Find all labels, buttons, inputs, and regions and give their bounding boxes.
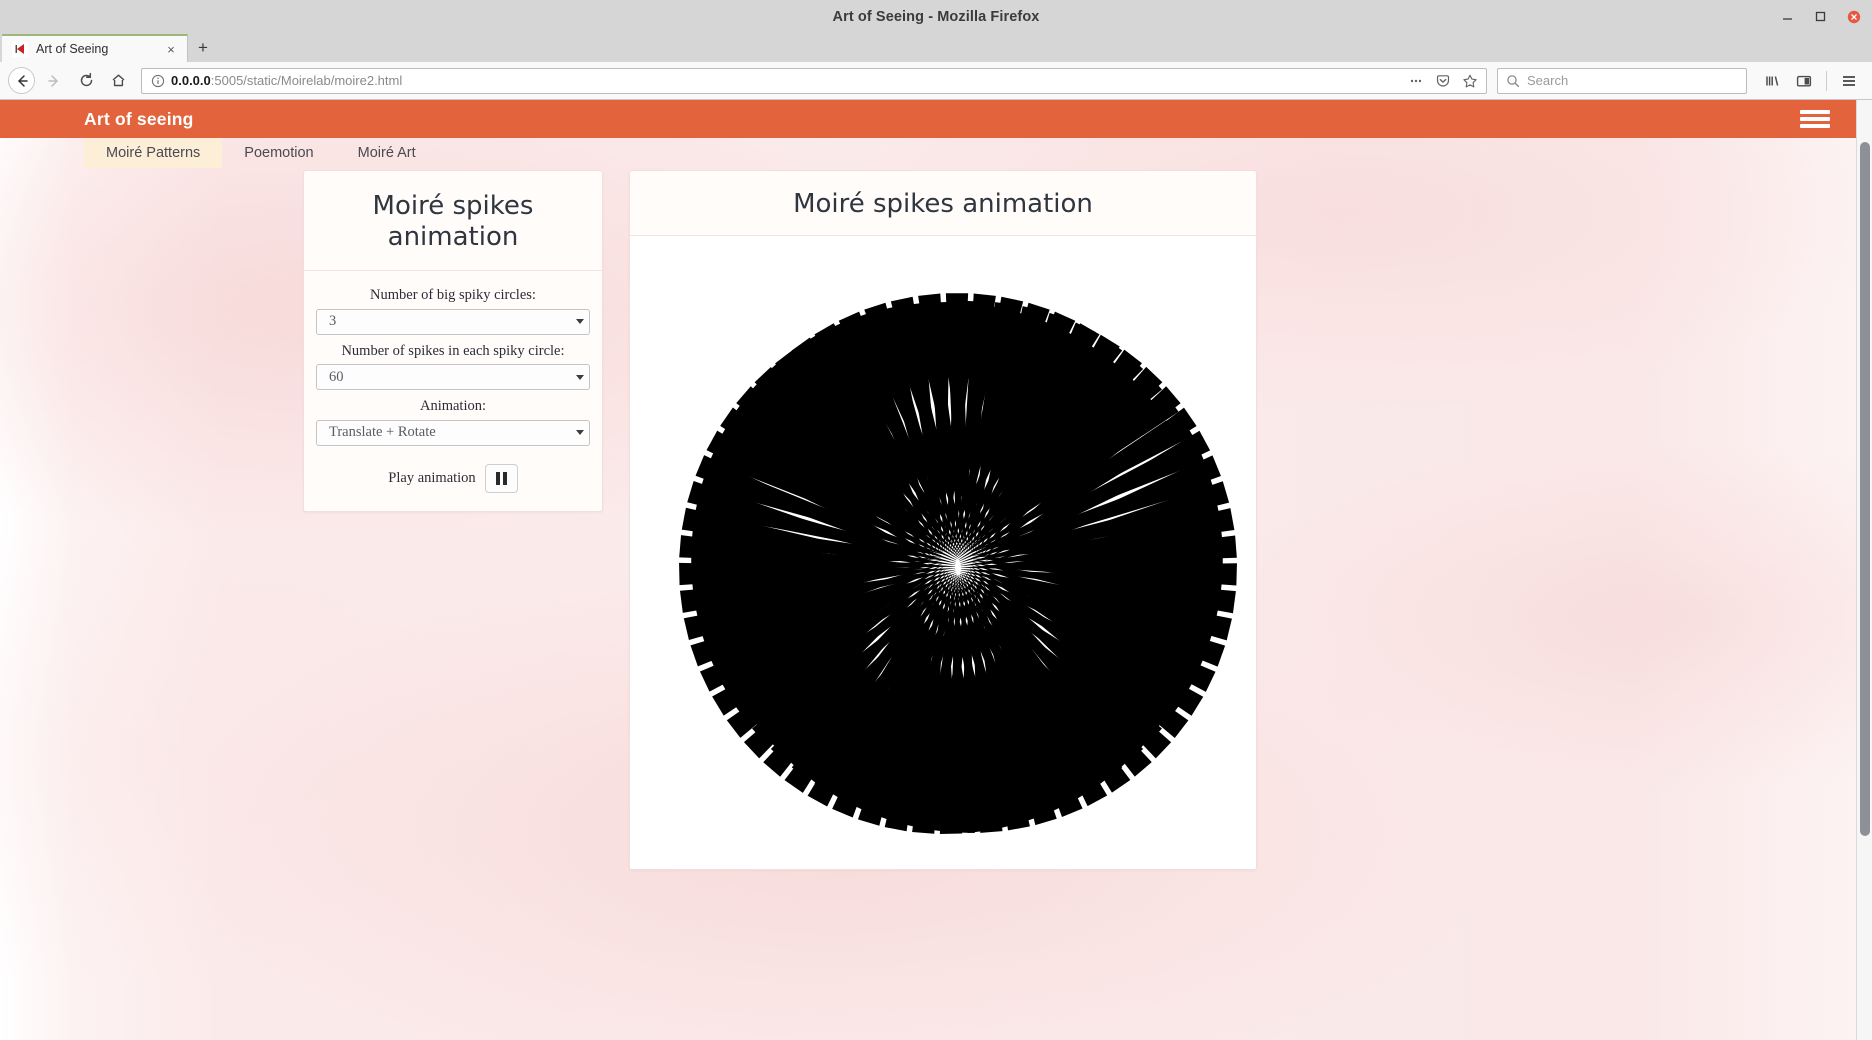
window-controls bbox=[1779, 0, 1862, 33]
controls-panel: Moiré spikes animation Number of big spi… bbox=[303, 170, 603, 512]
tab-title: Art of Seeing bbox=[36, 42, 109, 56]
library-icon[interactable] bbox=[1757, 66, 1787, 96]
controls-panel-title: Moiré spikes animation bbox=[372, 191, 534, 252]
forward-arrow-icon bbox=[39, 66, 69, 96]
tab-strip: Art of Seeing × + bbox=[0, 33, 1872, 62]
spikes-per-circle-label: Number of spikes in each spiky circle: bbox=[341, 342, 565, 359]
chevron-down-icon bbox=[573, 311, 586, 333]
page-scrollbar-thumb[interactable] bbox=[1860, 142, 1870, 836]
firefox-page-icon bbox=[12, 41, 28, 57]
url-text: 0.0.0.0:5005/static/Moirelab/moire2.html bbox=[171, 73, 1398, 88]
canvas-header: Moiré spikes animation bbox=[630, 171, 1256, 236]
chevron-down-icon bbox=[573, 366, 586, 388]
url-host: 0.0.0.0 bbox=[171, 73, 211, 88]
controls-panel-header: Moiré spikes animation bbox=[304, 171, 602, 272]
back-arrow-icon[interactable] bbox=[8, 67, 35, 94]
toolbar-right-actions bbox=[1757, 66, 1864, 96]
big-spiky-circles-value: 3 bbox=[329, 313, 337, 330]
url-path: :5005/static/Moirelab/moire2.html bbox=[210, 73, 403, 88]
site-brand: Art of seeing bbox=[84, 108, 194, 129]
pause-icon[interactable] bbox=[484, 463, 518, 493]
browser-tab[interactable]: Art of Seeing × bbox=[2, 34, 188, 62]
animation-mode-label: Animation: bbox=[419, 398, 487, 415]
home-icon[interactable] bbox=[103, 66, 133, 96]
moire-canvas[interactable] bbox=[630, 236, 1256, 869]
site-hamburger-menu-icon[interactable] bbox=[1800, 108, 1830, 130]
nav-tab-moire-patterns[interactable]: Moiré Patterns bbox=[84, 138, 223, 168]
spikes-per-circle-select[interactable]: 60 bbox=[316, 364, 590, 391]
search-input[interactable]: Search bbox=[1527, 73, 1568, 88]
browser-window: Art of Seeing - Mozilla Firefox Art of S… bbox=[0, 0, 1872, 1040]
url-bar[interactable]: 0.0.0.0:5005/static/Moirelab/moire2.html bbox=[141, 67, 1487, 94]
search-bar[interactable]: Search bbox=[1497, 67, 1747, 94]
tab-close-icon[interactable]: × bbox=[163, 41, 179, 57]
maximize-icon[interactable] bbox=[1812, 8, 1829, 25]
nav-tab-poemotion[interactable]: Poemotion bbox=[222, 138, 335, 168]
search-icon bbox=[1506, 74, 1520, 88]
ellipsis-icon[interactable] bbox=[1404, 70, 1428, 92]
web-page: Art of seeing Moiré Patterns Poemotion M… bbox=[0, 100, 1856, 1040]
canvas-title: Moiré spikes animation bbox=[793, 189, 1093, 219]
page-viewport: Art of seeing Moiré Patterns Poemotion M… bbox=[0, 100, 1872, 1040]
big-spiky-circles-label: Number of big spiky circles: bbox=[370, 287, 536, 304]
toolbar-separator bbox=[1826, 70, 1827, 91]
site-navigation: Moiré Patterns Poemotion Moiré Art bbox=[0, 138, 1856, 168]
new-tab-button[interactable]: + bbox=[188, 34, 218, 62]
chevron-down-icon bbox=[573, 422, 586, 444]
animation-mode-value: Translate + Rotate bbox=[329, 424, 436, 441]
star-icon[interactable] bbox=[1458, 70, 1482, 92]
canvas-card: Moiré spikes animation bbox=[629, 170, 1257, 870]
nav-tab-moire-art[interactable]: Moiré Art bbox=[336, 138, 438, 168]
page-scrollbar[interactable] bbox=[1856, 100, 1872, 1040]
site-header: Art of seeing bbox=[0, 100, 1856, 138]
play-animation-row: Play animation bbox=[388, 463, 518, 493]
minimize-icon[interactable] bbox=[1779, 8, 1796, 25]
controls-panel-body: Number of big spiky circles: 3 Number of… bbox=[304, 271, 602, 510]
hamburger-menu-icon[interactable] bbox=[1834, 66, 1864, 96]
content-row: Moiré spikes animation Number of big spi… bbox=[0, 168, 1856, 870]
url-actions bbox=[1404, 70, 1482, 92]
sidebar-icon[interactable] bbox=[1789, 66, 1819, 96]
window-titlebar: Art of Seeing - Mozilla Firefox bbox=[0, 0, 1872, 33]
big-spiky-circles-select[interactable]: 3 bbox=[316, 308, 590, 335]
close-icon[interactable] bbox=[1845, 8, 1862, 25]
animation-mode-select[interactable]: Translate + Rotate bbox=[316, 419, 590, 446]
moire-spikes-figure bbox=[679, 292, 1237, 834]
window-title: Art of Seeing - Mozilla Firefox bbox=[832, 8, 1040, 25]
spikes-per-circle-value: 60 bbox=[329, 368, 344, 385]
reload-icon[interactable] bbox=[71, 66, 101, 96]
page-info-icon[interactable] bbox=[150, 73, 165, 88]
navigation-toolbar: 0.0.0.0:5005/static/Moirelab/moire2.html… bbox=[0, 62, 1872, 100]
pocket-icon[interactable] bbox=[1431, 70, 1455, 92]
play-animation-label: Play animation bbox=[388, 469, 476, 486]
